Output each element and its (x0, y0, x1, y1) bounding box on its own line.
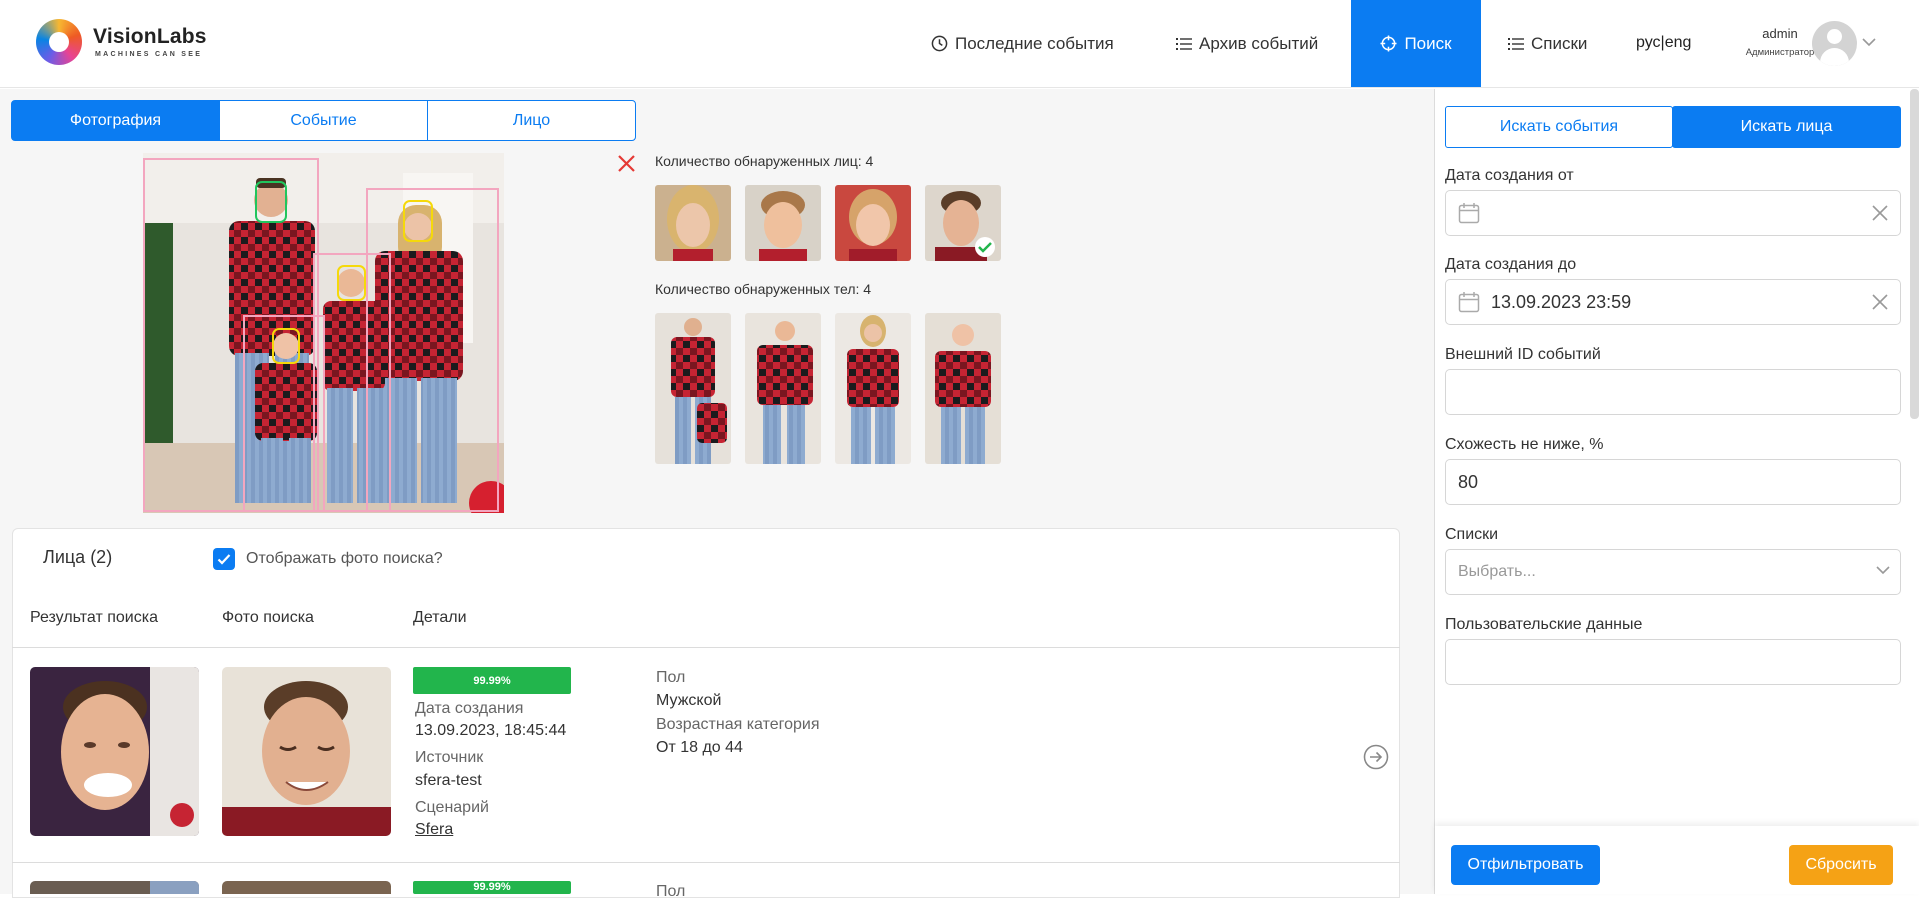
tab-search-events[interactable]: Искать события (1445, 106, 1673, 148)
column-header-search-photo: Фото поиска (222, 609, 314, 626)
reset-button[interactable]: Сбросить (1789, 845, 1893, 885)
language-switcher[interactable]: рус|eng (1636, 34, 1691, 52)
scenario-label: Сценарий (415, 799, 489, 816)
source-value: sfera-test (415, 772, 482, 789)
lists-select[interactable]: Выбрать... (1445, 549, 1901, 595)
bodies-count-label: Количество обнаруженных тел: 4 (655, 281, 872, 297)
list-icon (1508, 37, 1524, 50)
calendar-icon[interactable] (1458, 291, 1480, 313)
source-label: Источник (415, 749, 484, 766)
nav-item-lists[interactable]: Списки (1508, 0, 1587, 87)
date-from-input[interactable] (1445, 190, 1901, 236)
table-divider (12, 862, 1400, 863)
search-photo[interactable] (222, 881, 391, 894)
crosshair-icon (1380, 35, 1397, 52)
user-data-label: Пользовательские данные (1445, 616, 1643, 633)
nav-item-events-archive[interactable]: Архив событий (1176, 0, 1318, 87)
tab-search-faces[interactable]: Искать лица (1672, 106, 1901, 148)
face-thumbnail-selected[interactable] (925, 185, 1001, 261)
show-photo-label[interactable]: Отображать фото поиска? (246, 550, 443, 568)
tab-face[interactable]: Лицо (427, 100, 636, 141)
external-id-input[interactable] (1445, 369, 1901, 415)
show-photo-checkbox[interactable] (213, 548, 235, 570)
close-icon[interactable] (617, 154, 636, 173)
age-value: От 18 до 44 (656, 739, 743, 756)
nav-label: Последние события (955, 33, 1114, 53)
brand-tagline: MACHINES CAN SEE (95, 51, 203, 58)
user-name[interactable]: admin (1740, 26, 1820, 41)
date-to-input[interactable]: 13.09.2023 23:59 (1445, 279, 1901, 325)
gender-label: Пол (656, 883, 686, 900)
nav-label: Списки (1531, 33, 1588, 53)
similarity-threshold-label: Схожесть не ниже, % (1445, 436, 1604, 453)
faces-count-label: Количество обнаруженных лиц: 4 (655, 153, 874, 169)
body-thumbnail[interactable] (835, 313, 911, 464)
chevron-down-icon[interactable] (1862, 38, 1876, 47)
column-header-result: Результат поиска (30, 609, 158, 626)
date-to-value: 13.09.2023 23:59 (1491, 292, 1632, 312)
face-thumbnail[interactable] (835, 185, 911, 261)
results-card (12, 528, 1400, 898)
gender-value: Мужской (656, 692, 722, 709)
created-label: Дата создания (415, 700, 524, 717)
similarity-threshold-input[interactable]: 80 (1445, 459, 1901, 505)
similarity-badge: 99.99% (413, 881, 571, 894)
lists-placeholder: Выбрать... (1458, 563, 1536, 580)
clear-icon[interactable] (1872, 294, 1888, 310)
external-id-label: Внешний ID событий (1445, 346, 1601, 363)
tab-event[interactable]: Событие (219, 100, 428, 141)
body-thumbnail[interactable] (925, 313, 1001, 464)
uploaded-photo (143, 153, 504, 513)
body-thumbnail[interactable] (655, 313, 731, 464)
date-to-label: Дата создания до (1445, 256, 1577, 273)
similarity-badge: 99.99% (413, 667, 571, 694)
tab-photo[interactable]: Фотография (11, 100, 220, 141)
filter-button[interactable]: Отфильтровать (1451, 845, 1600, 885)
face-thumbnail[interactable] (655, 185, 731, 261)
table-divider (12, 647, 1400, 648)
result-photo[interactable] (30, 667, 199, 836)
results-title: Лица (2) (43, 547, 113, 567)
created-value: 13.09.2023, 18:45:44 (415, 722, 567, 739)
nav-item-recent-events[interactable]: Последние события (931, 0, 1114, 87)
clock-icon (931, 35, 948, 52)
calendar-icon[interactable] (1458, 202, 1480, 224)
age-label: Возрастная категория (656, 716, 820, 733)
chevron-down-icon[interactable] (1876, 566, 1890, 575)
list-icon (1176, 37, 1192, 50)
arrow-right-circle-icon[interactable] (1363, 744, 1389, 770)
scenario-link[interactable]: Sfera (415, 821, 453, 839)
search-photo[interactable] (222, 667, 391, 836)
clear-icon[interactable] (1872, 205, 1888, 221)
gender-label: Пол (656, 669, 686, 686)
nav-item-search[interactable]: Поиск (1351, 0, 1481, 87)
column-header-details: Детали (413, 609, 467, 626)
visionlabs-logo-icon[interactable] (36, 19, 82, 65)
nav-label: Поиск (1404, 33, 1452, 53)
date-from-label: Дата создания от (1445, 167, 1574, 184)
nav-label: Архив событий (1199, 33, 1319, 53)
user-data-input[interactable] (1445, 639, 1901, 685)
result-photo[interactable] (30, 881, 199, 894)
check-icon (217, 554, 231, 565)
face-thumbnail[interactable] (745, 185, 821, 261)
scrollbar[interactable] (1910, 89, 1919, 419)
brand-name: VisionLabs (93, 25, 207, 48)
lists-label: Списки (1445, 526, 1499, 543)
body-thumbnail[interactable] (745, 313, 821, 464)
avatar[interactable] (1812, 21, 1857, 66)
